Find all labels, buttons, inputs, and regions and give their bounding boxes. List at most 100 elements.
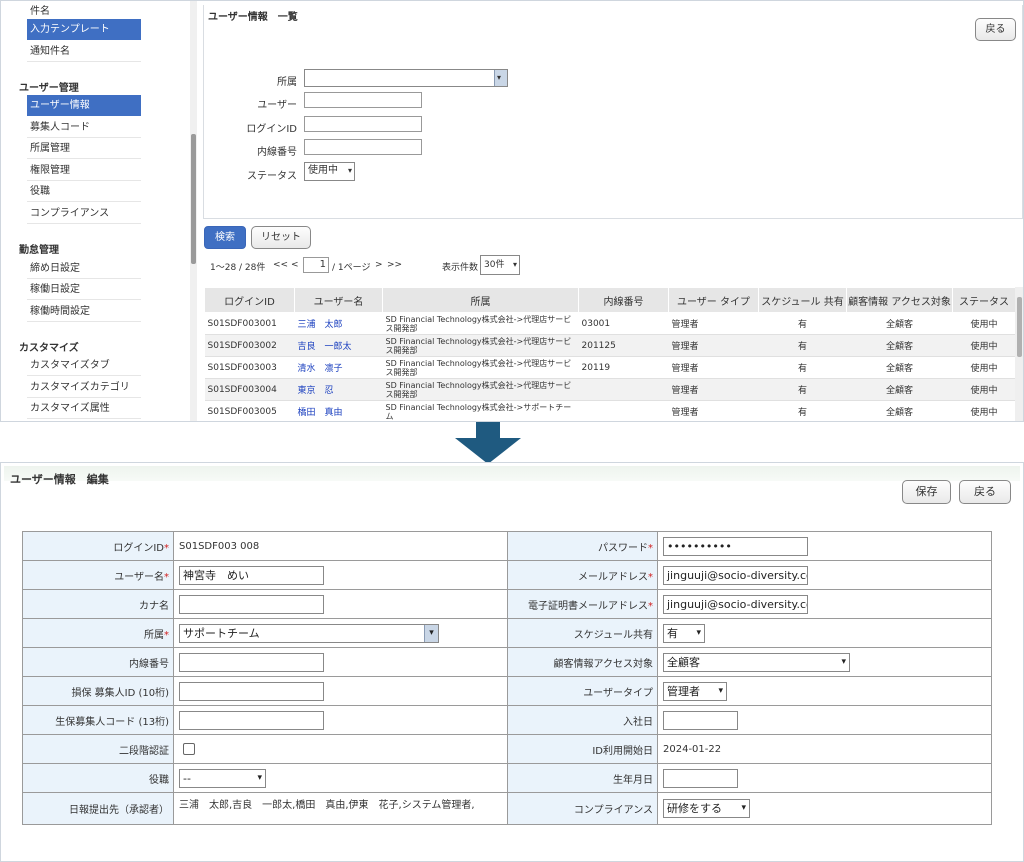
- column-header[interactable]: ログインID: [204, 287, 295, 313]
- column-header[interactable]: 内線番号: [578, 287, 669, 313]
- sidebar-item-affiliation[interactable]: 所属管理: [27, 138, 141, 159]
- first-page-link[interactable]: <<: [273, 260, 288, 270]
- table-row[interactable]: S01SDF003001 三浦 太郎 SD Financial Technolo…: [204, 312, 1016, 335]
- password-label: パスワード: [598, 542, 648, 554]
- position-select[interactable]: -- ▾: [179, 768, 266, 788]
- password-input[interactable]: ••••••••••: [663, 536, 808, 556]
- per-page-select[interactable]: 30件 ▾: [480, 255, 520, 275]
- sidebar-item-input-template[interactable]: 入力テンプレート: [27, 19, 141, 40]
- email-input[interactable]: jinguuji@socio-diversity.co.j: [663, 565, 808, 585]
- cell-status: 使用中: [952, 356, 1016, 379]
- prev-page-link[interactable]: <: [291, 260, 299, 270]
- sidebar-item-recruiter-code[interactable]: 募集人コード: [27, 117, 141, 138]
- back-button[interactable]: 戻る: [959, 480, 1011, 504]
- table-scrollbar-thumb[interactable]: [1017, 297, 1022, 357]
- cell-user-name-link[interactable]: 清水 凛子: [294, 356, 383, 379]
- status-select[interactable]: 使用中 ▾: [304, 162, 355, 181]
- birthday-label-cell: 生年月日: [507, 763, 658, 793]
- life-code-input[interactable]: [179, 710, 324, 730]
- cell-affiliation: SD Financial Technology株式会社->代理店サービス開発部: [382, 334, 579, 357]
- sidebar-item-customize-attribute[interactable]: カスタマイズ属性: [27, 398, 141, 419]
- chevron-down-icon: ▾: [512, 260, 517, 269]
- column-header[interactable]: ユーザー名: [294, 287, 383, 313]
- nonlife-id-input[interactable]: [179, 681, 324, 701]
- save-button[interactable]: 保存: [902, 480, 951, 504]
- cell-affiliation: SD Financial Technology株式会社->代理店サービス開発部: [382, 356, 579, 379]
- sidebar-item-permissions[interactable]: 権限管理: [27, 160, 141, 181]
- sidebar-item-position[interactable]: 役職: [27, 181, 141, 202]
- column-header[interactable]: 所属: [382, 287, 579, 313]
- sidebar-item-user-info[interactable]: ユーザー情報: [27, 95, 141, 116]
- next-page-link[interactable]: >: [375, 260, 383, 270]
- column-header[interactable]: ユーザー タイプ: [668, 287, 759, 313]
- schedule-select-value: 有: [667, 626, 678, 640]
- form-row: 損保 募集人ID (10桁) ユーザータイプ 管理者 ▾: [22, 676, 992, 706]
- cell-user-name-link[interactable]: 東京 忍: [294, 378, 383, 401]
- chevron-down-icon: ▾: [494, 70, 507, 86]
- cell-affiliation: SD Financial Technology株式会社->サポートチーム: [382, 400, 579, 421]
- compliance-select[interactable]: 研修をする ▾: [663, 799, 750, 818]
- page-title: ユーザー情報 一覧: [208, 12, 298, 23]
- cell-user-name-link[interactable]: 橋田 真由: [294, 400, 383, 421]
- join-date-input[interactable]: [663, 710, 738, 730]
- access-select[interactable]: 全顧客 ▾: [663, 652, 850, 672]
- extension-input[interactable]: [304, 139, 422, 155]
- sidebar-item-notification-subject[interactable]: 通知件名: [27, 41, 141, 62]
- table-row[interactable]: S01SDF003005 橋田 真由 SD Financial Technolo…: [204, 400, 1016, 421]
- schedule-select[interactable]: 有 ▾: [663, 623, 705, 643]
- join-date-value-cell: [657, 705, 992, 735]
- email-value-cell: jinguuji@socio-diversity.co.j: [657, 560, 992, 590]
- sidebar-item-customize-tab[interactable]: カスタマイズタブ: [27, 355, 141, 376]
- access-label: 顧客情報アクセス対象: [553, 658, 654, 670]
- reset-button[interactable]: リセット: [251, 226, 311, 249]
- cell-user-name-link[interactable]: 吉良 一郎太: [294, 334, 383, 357]
- two-factor-checkbox[interactable]: [183, 743, 195, 755]
- sidebar-item-working-days[interactable]: 稼働日設定: [27, 279, 141, 300]
- password-label-cell: パスワード*: [507, 531, 658, 561]
- table-row[interactable]: S01SDF003004 東京 忍 SD Financial Technolog…: [204, 378, 1016, 401]
- page-number-input[interactable]: 1: [303, 257, 329, 273]
- cert-email-label-cell: 電子証明書メールアドレス*: [507, 589, 658, 619]
- search-button[interactable]: 検索: [204, 226, 246, 249]
- sidebar-scrollbar-thumb[interactable]: [191, 134, 196, 264]
- login-id-input[interactable]: [304, 116, 422, 132]
- user-name-input[interactable]: 神宮寺 めい: [179, 565, 324, 585]
- required-mark: *: [164, 571, 169, 583]
- birthday-input[interactable]: [663, 768, 738, 788]
- per-page-label: 表示件数: [442, 263, 479, 273]
- cell-user-name-link[interactable]: 三浦 太郎: [294, 312, 383, 335]
- cell-extension: [578, 378, 669, 401]
- table-row[interactable]: S01SDF003003 清水 凛子 SD Financial Technolo…: [204, 356, 1016, 379]
- cell-extension: 20119: [578, 356, 669, 379]
- id-start-value: 2024-01-22: [663, 743, 722, 755]
- edit-header-bar: [4, 466, 1020, 481]
- sidebar-item-customize-category[interactable]: カスタマイズカテゴリ: [27, 377, 141, 398]
- user-type-select[interactable]: 管理者 ▾: [663, 681, 727, 701]
- birthday-value-cell: [657, 763, 992, 793]
- kana-input[interactable]: [179, 594, 324, 614]
- table-row[interactable]: S01SDF003002 吉良 一郎太 SD Financial Technol…: [204, 334, 1016, 357]
- sidebar-item-working-hours[interactable]: 稼働時間設定: [27, 301, 141, 322]
- nonlife-id-value-cell: [173, 676, 508, 706]
- sidebar-item-closing-date[interactable]: 締め日設定: [27, 258, 141, 279]
- cell-affiliation: SD Financial Technology株式会社->代理店サービス開発部: [382, 312, 579, 335]
- form-row: 二段階認証 ID利用開始日 2024-01-22: [22, 734, 992, 764]
- affiliation-select[interactable]: ▾: [304, 69, 508, 87]
- cell-schedule: 有: [758, 312, 847, 335]
- extension-value-cell: [173, 647, 508, 677]
- column-header[interactable]: スケジュール 共有: [758, 287, 847, 313]
- sidebar-item-compliance[interactable]: コンプライアンス: [27, 203, 141, 224]
- column-header[interactable]: 顧客情報 アクセス対象: [846, 287, 953, 313]
- user-input[interactable]: [304, 92, 422, 108]
- column-header[interactable]: ステータス: [952, 287, 1016, 313]
- cell-access: 全顧客: [846, 400, 953, 421]
- extension-label: 内線番号: [129, 658, 169, 670]
- back-button[interactable]: 戻る: [975, 18, 1016, 41]
- last-page-link[interactable]: >>: [387, 260, 402, 270]
- cert-email-input[interactable]: jinguuji@socio-diversity.co.j: [663, 594, 808, 614]
- user-list-screen: 件名 入力テンプレート 通知件名 ユーザー管理 ユーザー情報 募集人コード 所属…: [0, 0, 1024, 422]
- cell-login-id: S01SDF003004: [204, 378, 295, 401]
- extension-input[interactable]: [179, 652, 324, 672]
- affiliation-select[interactable]: サポートチーム ▾: [179, 623, 439, 643]
- login-id-value-cell: S01SDF003 008: [173, 531, 508, 561]
